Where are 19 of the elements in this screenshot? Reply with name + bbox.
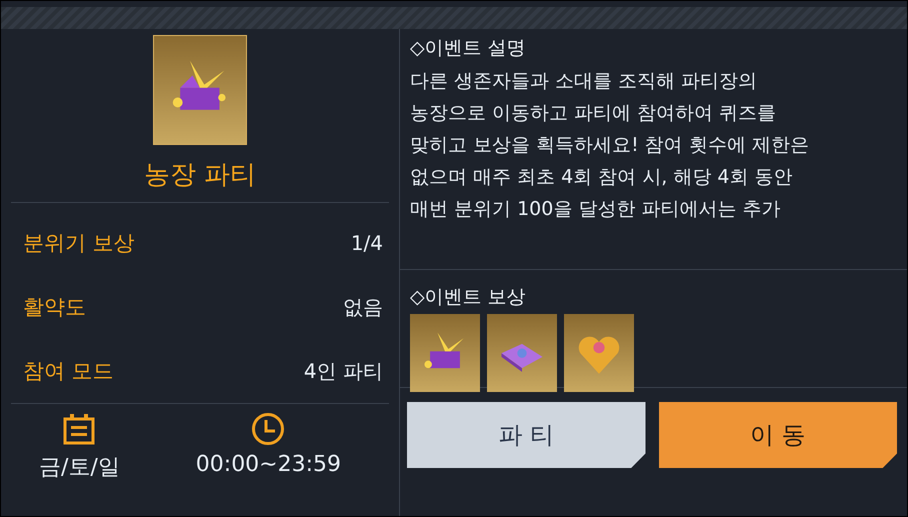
event-title: 농장 파티 [144,159,256,192]
stat-value: 없음 [343,294,383,320]
reward-item[interactable] [410,314,480,392]
action-button[interactable]: 파 티 [407,402,646,468]
clock-icon [251,412,286,446]
event-hours: 00:00~23:59 [196,452,342,477]
reward-item[interactable] [487,314,557,392]
reward-item[interactable] [564,314,634,392]
stat-label: 분위기 보상 [23,230,135,257]
stat-label: 참여 모드 [23,358,114,385]
event-description: 다른 생존자들과 소대를 조직해 파티장의 농장으로 이동하고 파티에 참여하여 퀴즈를 맞히고 보상을 획득하세요! 참여 횟수에 제한은 없으며 매주 최초 4회 참여 시, 해당 4회 동안 매번 분위기 100을 달성한 파티에서는 추가 [410,69,810,222]
stat-value: 1/4 [350,231,383,255]
stat-label: 활약도 [23,294,86,321]
event-days: 금/토/일 [38,452,120,482]
section-heading: ◇이벤트 설명 [410,36,527,61]
action-button[interactable]: 이 동 [658,402,897,468]
section-heading: ◇이벤트 보상 [410,285,527,310]
calendar-icon [62,412,96,446]
stat-value: 4인 파티 [304,358,383,384]
